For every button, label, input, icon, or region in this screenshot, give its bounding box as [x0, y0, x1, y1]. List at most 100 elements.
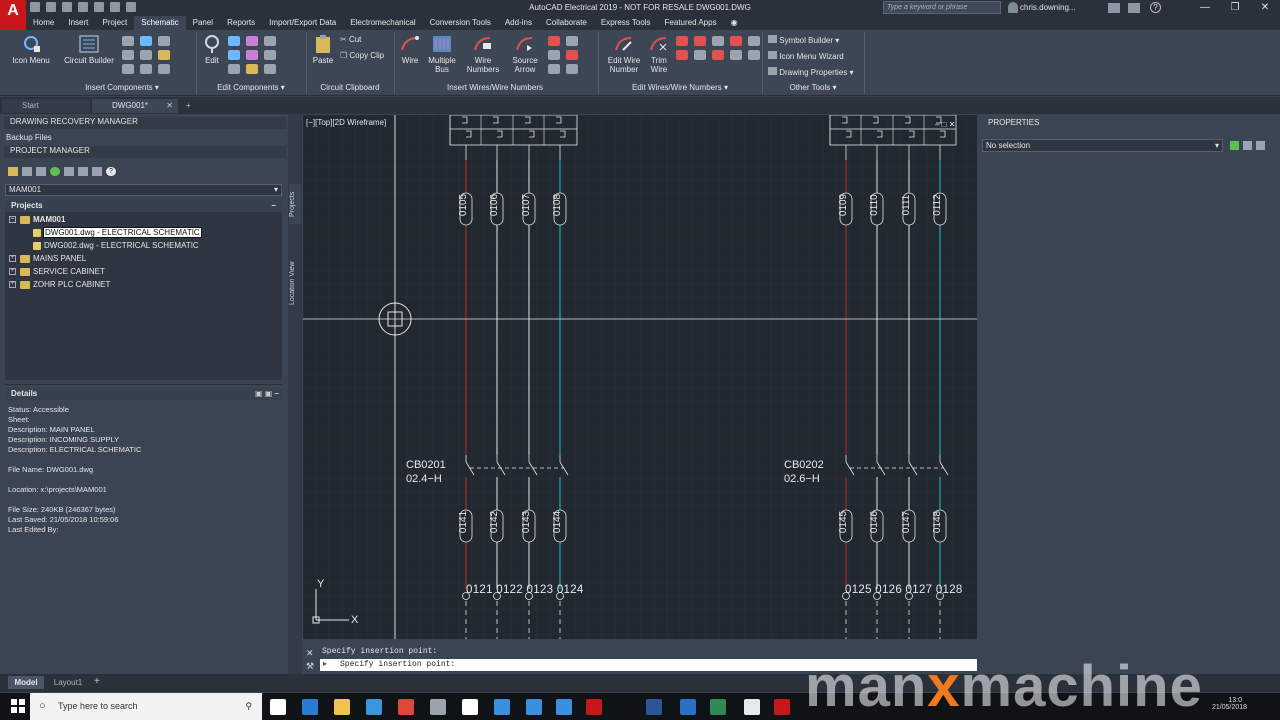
icon-menu-button[interactable]: Icon Menu — [8, 34, 54, 65]
move-component-icon[interactable] — [264, 36, 276, 46]
tab-electromechanical[interactable]: Electromechanical — [343, 16, 422, 30]
word-icon[interactable] — [646, 699, 662, 715]
side-tab-location-view[interactable]: Location View — [289, 244, 301, 322]
copy-clip-button[interactable]: ❐ Copy Clip — [340, 51, 384, 61]
new-project-icon[interactable] — [22, 167, 32, 176]
microphone-icon[interactable]: ⚲ — [245, 693, 252, 720]
gap-icon[interactable] — [566, 36, 578, 46]
wire-type-icon[interactable] — [548, 36, 560, 46]
tree-item-dwg001[interactable]: DWG001.dwg - ELECTRICAL SCHEMATIC — [33, 227, 202, 239]
maximize-button[interactable]: ❐ — [1220, 0, 1250, 16]
circuit-builder-button[interactable]: Circuit Builder — [60, 34, 118, 65]
exchange-icon[interactable] — [1128, 3, 1140, 13]
insert-connector-icon[interactable] — [122, 64, 134, 74]
edge-icon[interactable] — [366, 699, 382, 715]
tree-item-mains-panel[interactable]: + MAINS PANEL — [9, 253, 86, 265]
group-edit-wires[interactable]: Edit Wires/Wire Numbers ▾ — [600, 83, 760, 92]
taskbar-search-input[interactable]: ○ Type here to search ⚲ — [30, 693, 262, 720]
copy-component-icon[interactable] — [228, 36, 240, 46]
dot-tee-icon[interactable] — [548, 64, 560, 74]
wire-leader-icon[interactable] — [748, 36, 760, 46]
user-name[interactable]: chris.downing... — [1020, 3, 1076, 12]
side-tab-projects[interactable]: Projects — [289, 184, 301, 224]
viewport-window-controls[interactable]: – □ ✕ — [935, 120, 955, 129]
toggle-wire-icon[interactable] — [694, 50, 706, 60]
outlook-icon[interactable] — [302, 699, 318, 715]
group-insert-wires[interactable]: Insert Wires/Wire Numbers — [396, 83, 594, 92]
expand-icon[interactable]: + — [9, 281, 16, 289]
toggle-pickadd-icon[interactable] — [1230, 141, 1239, 150]
new-drawing-icon[interactable] — [36, 167, 46, 176]
tree-item-service-cabinet[interactable]: + SERVICE CABINET — [9, 266, 105, 278]
expand-icon[interactable]: + — [9, 268, 16, 276]
align-icon[interactable] — [246, 36, 258, 46]
insert-pneumatic-icon[interactable] — [122, 36, 134, 46]
tab-express-tools[interactable]: Express Tools — [594, 16, 658, 30]
tree-item-dwg002[interactable]: DWG002.dwg - ELECTRICAL SCHEMATIC — [33, 240, 199, 252]
group-circuit-clipboard[interactable]: Circuit Clipboard — [308, 83, 392, 92]
minimize-button[interactable]: — — [1190, 0, 1220, 16]
tab-conversion-tools[interactable]: Conversion Tools — [423, 16, 498, 30]
autocad-icon-2[interactable] — [494, 699, 510, 715]
tab-reports[interactable]: Reports — [220, 16, 262, 30]
tree-item-mam001[interactable]: – MAM001 — [9, 214, 65, 226]
multiple-bus-button[interactable]: Multiple Bus — [424, 34, 460, 74]
cable-marker-icon[interactable] — [566, 50, 578, 60]
source-arrow-button[interactable]: Source Arrow — [506, 34, 544, 74]
wire-numbers-button[interactable]: Wire Numbers — [464, 34, 502, 74]
chrome-icon[interactable] — [398, 699, 414, 715]
tab-schematic[interactable]: Schematic — [134, 16, 186, 30]
stretch-wire-icon[interactable] — [712, 50, 724, 60]
taskbar-clock[interactable]: 13:0 21/05/2018 — [1212, 697, 1247, 711]
tab-add-ins[interactable]: Add-ins — [498, 16, 539, 30]
symbol-builder-button[interactable]: Symbol Builder ▾ — [768, 35, 839, 46]
tab-panel[interactable]: Panel — [186, 16, 220, 30]
close-command-icon[interactable]: ✕ — [306, 648, 314, 659]
expand-icon[interactable]: + — [9, 255, 16, 263]
fix-wire-number-icon[interactable] — [694, 36, 706, 46]
tab-featured-apps[interactable]: Featured Apps — [658, 16, 724, 30]
plot-icon[interactable] — [78, 167, 88, 176]
insert-pid-icon[interactable] — [158, 36, 170, 46]
autocad-icon-1[interactable] — [462, 699, 478, 715]
tree-item-zohr-plc-cabinet[interactable]: + ZOHR PLC CABINET — [9, 279, 110, 291]
angle-icon[interactable] — [566, 64, 578, 74]
task-view-icon[interactable] — [270, 699, 286, 715]
windows-start-icon[interactable] — [10, 698, 26, 714]
ribbon-display-toggle-icon[interactable]: ◉ — [724, 16, 745, 30]
swap-icon[interactable] — [264, 50, 276, 60]
swap-wire-icon[interactable] — [712, 36, 724, 46]
insert-list-icon[interactable] — [140, 50, 152, 60]
file-tab-start[interactable]: Start — [2, 99, 90, 113]
revit-icon[interactable] — [680, 699, 696, 715]
open-project-icon[interactable] — [8, 167, 18, 176]
tab-project[interactable]: Project — [95, 16, 134, 30]
group-other-tools[interactable]: Other Tools ▾ — [764, 83, 862, 92]
details-toolbar[interactable]: ▣ ▣ – — [255, 388, 279, 400]
new-tab-button[interactable]: + — [182, 99, 198, 113]
insert-component-icon[interactable] — [122, 50, 134, 60]
collapse-icon[interactable]: – — [9, 216, 16, 224]
quick-select-icon[interactable] — [1256, 141, 1265, 150]
recovery-manager-header[interactable]: DRAWING RECOVERY MANAGER — [4, 117, 286, 129]
delete-component-icon[interactable] — [264, 64, 276, 74]
circuit-breaker-cb0201[interactable]: CB0201 02.4−H — [406, 459, 446, 485]
edit-component-button[interactable]: Edit — [200, 34, 224, 65]
edit-attribute-icon[interactable] — [246, 64, 258, 74]
tab-layout1[interactable]: Layout1 — [48, 676, 88, 689]
refresh-icon[interactable] — [50, 167, 60, 176]
git-icon[interactable] — [744, 699, 760, 715]
delete-wire-numbers-icon[interactable] — [676, 36, 688, 46]
toggle-no-nc-icon[interactable] — [228, 64, 240, 74]
add-layout-button[interactable]: + — [94, 676, 100, 687]
viewport-controls[interactable]: [−][Top][2D Wireframe] — [306, 118, 386, 127]
trim-wire-button[interactable]: Trim Wire — [646, 34, 672, 74]
file-explorer-icon[interactable] — [334, 699, 350, 715]
group-edit-components[interactable]: Edit Components ▾ — [198, 83, 304, 92]
group-insert-components[interactable]: Insert Components ▾ — [50, 83, 194, 92]
collapse-icon[interactable]: – — [272, 200, 276, 212]
tab-insert[interactable]: Insert — [61, 16, 95, 30]
scoot-icon[interactable] — [228, 50, 240, 60]
tab-collaborate[interactable]: Collaborate — [539, 16, 594, 30]
tab-model[interactable]: Model — [8, 676, 44, 689]
